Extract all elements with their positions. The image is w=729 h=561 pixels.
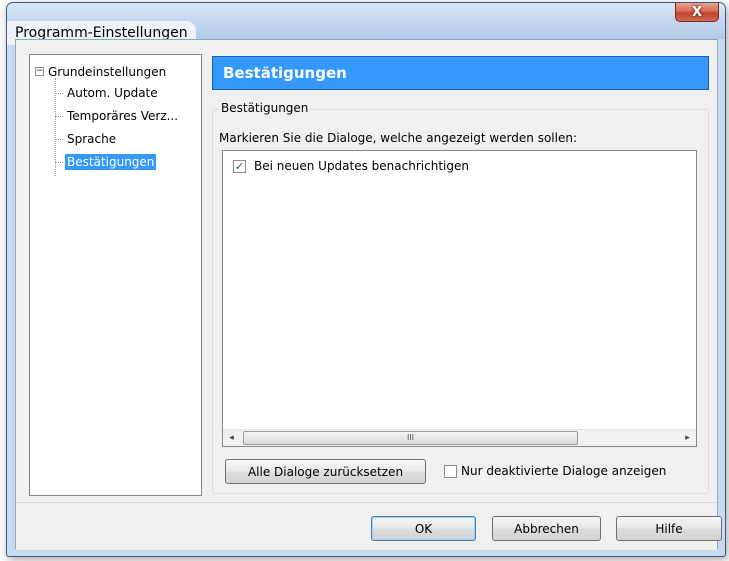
group-label: Bestätigungen: [219, 101, 311, 115]
button-bar: OK Abbrechen Hilfe: [16, 503, 722, 550]
tree-item-temporaeres-verz[interactable]: Temporäres Verz...: [67, 108, 178, 124]
tree-connector: [55, 93, 63, 94]
tree-connector: [55, 139, 63, 140]
tree-item-sprache[interactable]: Sprache: [67, 131, 116, 147]
dialog-client-area: − Grundeinstellungen Autom. Update Tempo…: [15, 39, 722, 550]
instruction-text: Markieren Sie die Dialoge, welche angeze…: [219, 131, 577, 145]
horizontal-scrollbar[interactable]: ◂ III ▸: [223, 429, 696, 446]
help-button[interactable]: Hilfe: [616, 516, 722, 541]
tree-connector: [55, 162, 63, 163]
tree-connector: [55, 116, 63, 117]
checkbox-unchecked-icon[interactable]: [444, 464, 457, 478]
close-icon: X: [691, 4, 703, 20]
list-item[interactable]: ✓ Bei neuen Updates benachrichtigen: [233, 159, 469, 173]
checkbox-checked-icon[interactable]: ✓: [233, 159, 246, 173]
only-disabled-option[interactable]: Nur deaktivierte Dialoge anzeigen: [444, 464, 666, 478]
cancel-button[interactable]: Abbrechen: [492, 516, 601, 541]
scroll-left-icon[interactable]: ◂: [223, 430, 240, 446]
settings-tree[interactable]: − Grundeinstellungen Autom. Update Tempo…: [29, 54, 202, 496]
collapse-icon[interactable]: −: [35, 67, 44, 76]
tree-item-autom-update[interactable]: Autom. Update: [67, 85, 158, 101]
settings-window: Programm-Einstellungen X − Grundeinstell…: [6, 2, 726, 557]
ok-button[interactable]: OK: [371, 516, 476, 541]
list-item-label: Bei neuen Updates benachrichtigen: [254, 159, 469, 173]
ok-button-label: OK: [414, 521, 433, 536]
tree-item-grundeinstellungen[interactable]: Grundeinstellungen: [48, 64, 166, 80]
title-bar[interactable]: Programm-Einstellungen X: [7, 3, 725, 45]
panel-header: Bestätigungen: [212, 56, 709, 90]
scroll-thumb[interactable]: III: [243, 431, 578, 445]
scroll-right-icon[interactable]: ▸: [679, 430, 696, 446]
dialogs-list[interactable]: ✓ Bei neuen Updates benachrichtigen ◂ II…: [222, 150, 697, 447]
reset-dialogs-button[interactable]: Alle Dialoge zurücksetzen: [225, 459, 426, 484]
only-disabled-label: Nur deaktivierte Dialoge anzeigen: [461, 464, 667, 478]
tree-item-bestaetigungen[interactable]: Bestätigungen: [65, 154, 157, 170]
close-button[interactable]: X: [675, 3, 719, 22]
